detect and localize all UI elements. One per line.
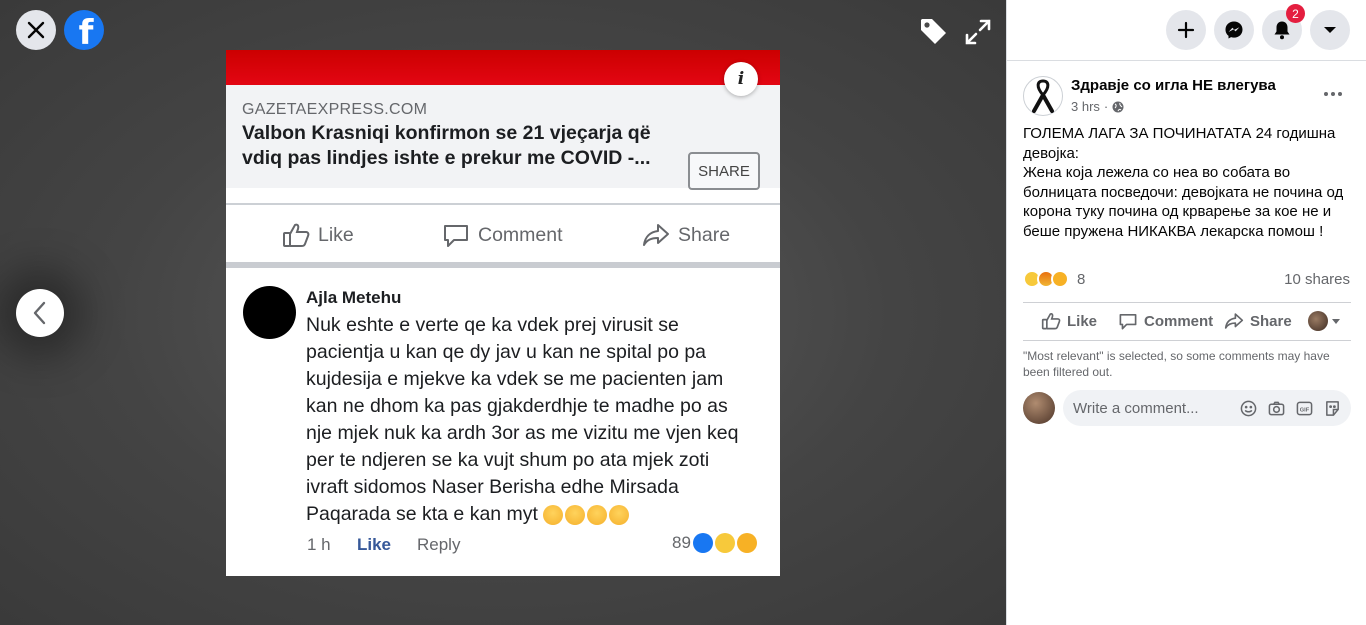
- post-reactions[interactable]: 8: [1023, 270, 1085, 288]
- wow-reaction-icon: [736, 533, 757, 553]
- photo-viewer: f GAZETAEXPRESS.COM Valbon Krasniqi konf…: [0, 0, 1006, 625]
- comment-composer[interactable]: GIF: [1063, 390, 1351, 426]
- post-author[interactable]: Здравје со игла НЕ влегува: [1071, 77, 1276, 94]
- link-share-button: SHARE: [688, 152, 760, 190]
- thumbs-up-icon: [283, 223, 310, 247]
- post-body: ГОЛЕМА ЛАГА ЗА ПОЧИНАТАТА 24 годишна дев…: [1023, 125, 1344, 240]
- plus-icon: [1177, 21, 1195, 39]
- caret-down-icon: [1324, 27, 1336, 33]
- close-icon: [27, 21, 45, 39]
- thumbs-up-icon: [1041, 313, 1061, 330]
- post-options-button[interactable]: [1319, 84, 1347, 104]
- post-timestamp: 3 hrs ·: [1071, 99, 1124, 114]
- chevron-left-icon: [33, 301, 46, 325]
- black-ribbon-icon: [1032, 79, 1054, 113]
- gif-icon: GIF: [1296, 401, 1312, 415]
- tag-icon: [921, 19, 946, 44]
- share-arrow-icon: [643, 224, 669, 246]
- post-text: ГОЛЕМА ЛАГА ЗА ПОЧИНАТАТА 24 годишна дев…: [1023, 124, 1353, 241]
- fullscreen-button[interactable]: [964, 18, 992, 46]
- share-button[interactable]: Share: [1224, 312, 1292, 330]
- photo-comment-label: Comment: [478, 223, 563, 246]
- smiley-icon: [1240, 400, 1256, 416]
- post-time-label[interactable]: 3 hrs: [1071, 99, 1100, 114]
- notification-badge: 2: [1286, 4, 1305, 23]
- more-horizontal-icon: [1324, 92, 1342, 96]
- divider: [226, 203, 780, 205]
- comment-body: Nuk eshte e verte qe ka vdek prej virusi…: [306, 314, 739, 525]
- comment-reactions: 89: [672, 533, 757, 553]
- photo-action-bar: Like Comment Share: [226, 210, 780, 260]
- share-button-label: Share: [1250, 312, 1292, 330]
- reaction-identity-selector[interactable]: [1308, 311, 1341, 331]
- comment-time: 1 h: [307, 535, 331, 554]
- like-button-label: Like: [1067, 312, 1098, 330]
- photo-share: Share: [642, 222, 730, 248]
- create-button[interactable]: [1166, 10, 1206, 50]
- divider: [1023, 340, 1351, 341]
- comment-meta: 1 h Like Reply: [307, 535, 460, 555]
- share-arrow-icon: [1224, 313, 1244, 329]
- link-preview: GAZETAEXPRESS.COM Valbon Krasniqi konfir…: [226, 85, 780, 190]
- close-button[interactable]: [16, 10, 56, 50]
- comment-input[interactable]: [1073, 399, 1233, 417]
- top-nav-buttons: 2: [1166, 4, 1350, 50]
- comment-button[interactable]: Comment: [1118, 312, 1213, 330]
- sad-reaction-icon: [714, 533, 735, 553]
- current-user-avatar[interactable]: [1023, 392, 1055, 424]
- sticker-icon: [1325, 400, 1339, 416]
- info-icon: i: [724, 62, 758, 96]
- composer-tools: GIF: [1239, 399, 1341, 417]
- photo-like: Like: [282, 222, 354, 248]
- svg-text:GIF: GIF: [1299, 407, 1309, 413]
- emoji-button[interactable]: [1239, 399, 1257, 417]
- comment-icon: [1119, 313, 1137, 330]
- caret-down-icon: [1332, 318, 1340, 324]
- comment-icon: [444, 225, 468, 247]
- comment-text: Nuk eshte e verte qe ka vdek prej virusi…: [306, 312, 756, 528]
- facebook-logo-letter: f: [78, 13, 94, 50]
- account-menu-button[interactable]: [1310, 10, 1350, 50]
- photo-upload-button[interactable]: [1267, 399, 1285, 417]
- post-side-panel: 2 Здравје со игла НЕ влегува 3 hrs · ГОЛ…: [1006, 0, 1366, 625]
- photo-like-label: Like: [318, 223, 354, 246]
- comment-button-label: Comment: [1144, 312, 1214, 330]
- gif-button[interactable]: GIF: [1295, 399, 1313, 417]
- messenger-icon: [1225, 21, 1243, 39]
- photo-share-label: Share: [678, 223, 731, 246]
- post-action-bar: Like Comment Share: [1023, 306, 1351, 336]
- divider: [1007, 60, 1366, 61]
- sticker-button[interactable]: [1323, 399, 1341, 417]
- like-reaction-icon: [692, 533, 713, 553]
- notifications-icon: [1274, 21, 1290, 40]
- news-header-bar: [226, 50, 780, 85]
- facebook-logo[interactable]: f: [64, 10, 104, 50]
- divider: [226, 262, 780, 268]
- reaction-count: 8: [1077, 270, 1086, 288]
- commenter-name: Ajla Metehu: [306, 288, 402, 307]
- photo-comment: Comment: [442, 222, 563, 248]
- previous-photo-button[interactable]: [16, 289, 64, 337]
- comment-like: Like: [357, 535, 392, 554]
- globe-icon: [1112, 101, 1124, 112]
- like-button[interactable]: Like: [1041, 312, 1097, 330]
- post-photo: GAZETAEXPRESS.COM Valbon Krasniqi konfir…: [226, 50, 780, 576]
- tag-photo-button[interactable]: [918, 16, 950, 48]
- share-count[interactable]: 10 shares: [1284, 271, 1350, 288]
- messenger-button[interactable]: [1214, 10, 1254, 50]
- camera-icon: [1268, 401, 1284, 415]
- notifications-button[interactable]: 2: [1262, 4, 1305, 50]
- wow-reaction-icon: [1051, 270, 1069, 288]
- crying-emoji-icon: [543, 504, 630, 525]
- link-title: Valbon Krasniqi konfirmon se 21 vjeçarja…: [242, 122, 651, 169]
- comment-reply: Reply: [417, 535, 461, 554]
- fullscreen-icon: [965, 19, 991, 45]
- divider: [1023, 302, 1351, 303]
- avatar: [1308, 311, 1328, 331]
- commenter-avatar: [243, 286, 296, 339]
- comment-reaction-count: 89: [672, 533, 691, 552]
- link-domain: GAZETAEXPRESS.COM: [242, 101, 428, 118]
- comment-filter-note: "Most relevant" is selected, so some com…: [1023, 349, 1330, 379]
- page-avatar[interactable]: [1023, 76, 1063, 116]
